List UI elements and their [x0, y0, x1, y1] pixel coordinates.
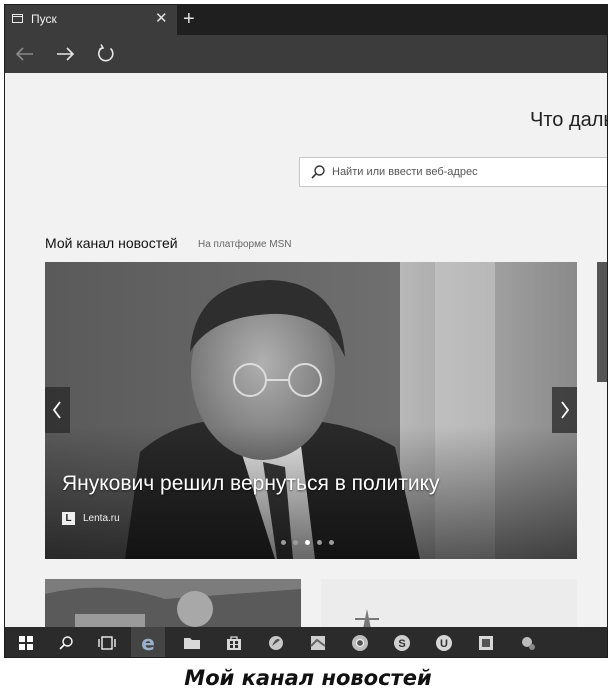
navigation-bar [5, 35, 607, 73]
new-tab-button[interactable]: + [183, 7, 195, 31]
start-button[interactable] [9, 627, 43, 657]
hero-next-button[interactable] [552, 387, 577, 433]
news-headline[interactable]: Янукович решил вернуться в политику [62, 472, 440, 496]
news-card-image [321, 579, 577, 631]
news-feed-title: Мой канал новостей [45, 235, 178, 251]
news-feed-subtitle[interactable]: На платформе MSN [198, 239, 292, 250]
skype-icon: S [394, 635, 410, 651]
browser-window: Пуск ✕ + Что даль Найти или ввести веб-а… [4, 4, 608, 658]
news-card[interactable] [45, 579, 301, 631]
taskbar-skype[interactable]: S [385, 627, 419, 657]
publisher-icon [479, 636, 493, 650]
figure-caption: Мой канал новостей [184, 666, 432, 690]
refresh-icon [98, 44, 114, 62]
windows-start-icon [19, 636, 33, 650]
svg-text:S: S [398, 638, 405, 650]
news-card[interactable] [321, 579, 577, 631]
task-view-icon [98, 636, 116, 650]
title-bar: Пуск ✕ + [5, 5, 607, 35]
store-icon [227, 636, 241, 650]
edge-icon: e [141, 631, 155, 655]
news-card-image [45, 579, 301, 631]
search-icon [311, 165, 325, 179]
search-box[interactable] [299, 157, 607, 187]
carousel-dot-active[interactable] [305, 540, 310, 545]
greeting-heading: Что даль [530, 109, 607, 131]
carousel-indicator [281, 540, 334, 545]
chevron-left-icon [52, 401, 61, 419]
svg-text:U: U [440, 638, 448, 650]
forward-button[interactable] [52, 41, 78, 67]
tab-page-icon [12, 14, 23, 23]
news-photo [45, 262, 577, 559]
taskbar-chrome[interactable] [343, 627, 377, 657]
file-explorer-icon [184, 638, 200, 649]
taskbar-edge[interactable]: e [131, 627, 165, 657]
close-icon[interactable]: ✕ [155, 10, 168, 28]
app-icon [269, 636, 283, 650]
taskbar-file-explorer[interactable] [175, 627, 209, 657]
browser-tab[interactable]: Пуск ✕ [5, 5, 177, 35]
taskbar-uplay[interactable]: U [427, 627, 461, 657]
taskbar-maps[interactable] [301, 627, 335, 657]
search-input[interactable] [332, 158, 602, 186]
refresh-button[interactable] [93, 41, 119, 67]
settings-app-icon [522, 637, 535, 650]
taskbar-settings-app[interactable] [511, 627, 545, 657]
carousel-dot[interactable] [281, 540, 286, 545]
taskbar-store[interactable] [217, 627, 251, 657]
taskbar-search-button[interactable] [49, 627, 83, 657]
uplay-icon: U [436, 635, 452, 651]
search-icon [59, 636, 73, 650]
chevron-right-icon [561, 401, 570, 419]
arrow-left-icon [15, 47, 33, 61]
carousel-dot[interactable] [329, 540, 334, 545]
source-logo: L [62, 512, 75, 525]
carousel-dot[interactable] [293, 540, 298, 545]
chrome-icon [352, 635, 368, 651]
hero-prev-button[interactable] [45, 387, 70, 433]
taskbar-publisher[interactable] [469, 627, 503, 657]
carousel-dot[interactable] [317, 540, 322, 545]
tab-title: Пуск [31, 12, 57, 26]
taskbar: e S U [5, 627, 607, 657]
next-card-preview[interactable] [597, 262, 607, 382]
source-name: Lenta.ru [83, 513, 120, 524]
start-page: Что даль Мой канал новостей На платформе… [5, 73, 607, 631]
maps-icon [310, 636, 326, 650]
back-button[interactable] [12, 41, 38, 67]
taskbar-app[interactable] [259, 627, 293, 657]
task-view-button[interactable] [90, 627, 124, 657]
arrow-right-icon [57, 47, 75, 61]
hero-news-card[interactable]: Янукович решил вернуться в политику L Le… [45, 262, 577, 559]
